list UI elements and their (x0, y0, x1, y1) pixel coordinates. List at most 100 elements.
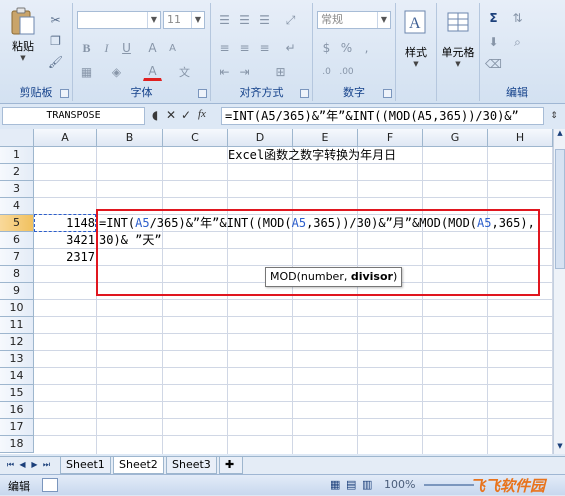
title-cell[interactable]: Excel函数之数字转换为年月日 (228, 147, 396, 163)
normal-view-icon[interactable]: ▦ (330, 478, 340, 491)
row-header-9[interactable]: 9 (0, 283, 34, 300)
zoom-slider[interactable] (424, 484, 474, 486)
fill-color-icon[interactable]: ◈ (107, 63, 126, 82)
format-painter-icon[interactable]: 🖌 (46, 53, 65, 72)
zoom-level[interactable]: 100% (384, 478, 415, 491)
prev-sheet-icon[interactable]: ◀ (18, 460, 27, 470)
decrease-indent-icon[interactable]: ⇤ (215, 63, 234, 82)
row-header-14[interactable]: 14 (0, 368, 34, 385)
cell-a5[interactable]: 1148 (35, 215, 95, 231)
wrap-text-icon[interactable]: ↵ (281, 39, 300, 58)
row-header-17[interactable]: 17 (0, 419, 34, 436)
styles-button[interactable]: A 样式 ▼ (398, 9, 434, 68)
number-format-combo[interactable]: 常规 ▼ (317, 11, 391, 29)
row-header-6[interactable]: 6 (0, 232, 34, 249)
number-launcher-icon[interactable] (383, 89, 392, 98)
column-header-d[interactable]: D (228, 129, 293, 147)
row-header-13[interactable]: 13 (0, 351, 34, 368)
increase-decimal-icon[interactable]: .0 (317, 63, 336, 82)
percent-button[interactable]: % (337, 39, 356, 58)
underline-button[interactable]: U (117, 39, 136, 58)
alignment-launcher-icon[interactable] (300, 89, 309, 98)
row-header-1[interactable]: 1 (0, 147, 34, 164)
shrink-font-button[interactable]: A (163, 39, 182, 58)
border-icon[interactable]: ▦ (77, 63, 96, 82)
row-header-12[interactable]: 12 (0, 334, 34, 351)
page-break-icon[interactable]: ▥ (362, 478, 372, 491)
page-layout-icon[interactable]: ▤ (346, 478, 356, 491)
font-launcher-icon[interactable] (198, 89, 207, 98)
scroll-thumb[interactable] (555, 149, 565, 269)
formula-input[interactable]: =INT(A5/365)&”年”&INT((MOD(A5,365))/30)&” (221, 107, 544, 125)
cancel-button[interactable]: ✕ (166, 108, 176, 122)
select-all-corner[interactable] (0, 129, 34, 147)
row-header-16[interactable]: 16 (0, 402, 34, 419)
insert-function-button[interactable]: fx (198, 108, 206, 120)
macro-record-icon[interactable] (42, 478, 58, 492)
align-top-icon[interactable]: ☰ (215, 11, 234, 30)
row-header-11[interactable]: 11 (0, 317, 34, 334)
row-header-3[interactable]: 3 (0, 181, 34, 198)
copy-icon[interactable]: ❐ (46, 32, 65, 51)
font-name-combo[interactable]: ▼ (77, 11, 161, 29)
align-middle-icon[interactable]: ☰ (235, 11, 254, 30)
expand-formula-bar-icon[interactable]: ⇕ (547, 108, 561, 124)
currency-icon[interactable]: $ (317, 39, 336, 58)
row-header-7[interactable]: 7 (0, 249, 34, 266)
align-left-icon[interactable]: ≡ (215, 39, 234, 58)
row-header-8[interactable]: 8 (0, 266, 34, 283)
sort-filter-icon[interactable]: ⇅ (508, 9, 527, 28)
row-header-10[interactable]: 10 (0, 300, 34, 317)
tab-sheet1[interactable]: Sheet1 (60, 457, 111, 474)
phonetic-button[interactable]: 文 (175, 63, 194, 82)
merge-center-icon[interactable]: ⊞ (271, 63, 290, 82)
row-header-5[interactable]: 5 (0, 215, 34, 232)
column-header-f[interactable]: F (358, 129, 423, 147)
cut-icon[interactable]: ✂ (46, 11, 65, 30)
tab-sheet3[interactable]: Sheet3 (166, 457, 217, 474)
find-select-icon[interactable]: ⌕ (508, 33, 527, 52)
paste-dropdown-icon[interactable]: ▼ (6, 54, 40, 62)
row-header-18[interactable]: 18 (0, 436, 34, 453)
row-header-15[interactable]: 15 (0, 385, 34, 402)
scroll-up-icon[interactable]: ▲ (555, 129, 565, 139)
gridline (227, 147, 228, 454)
next-sheet-icon[interactable]: ▶ (30, 460, 39, 470)
vertical-scrollbar[interactable]: ▲ ▼ (553, 129, 565, 454)
row-header-2[interactable]: 2 (0, 164, 34, 181)
grow-font-button[interactable]: A (143, 39, 162, 58)
scroll-down-icon[interactable]: ▼ (555, 442, 565, 452)
column-header-b[interactable]: B (97, 129, 163, 147)
first-sheet-icon[interactable]: ⏮ (6, 460, 15, 470)
autosum-button[interactable]: Σ (484, 9, 503, 28)
column-header-g[interactable]: G (423, 129, 488, 147)
row-header-4[interactable]: 4 (0, 198, 34, 215)
bold-button[interactable]: B (77, 39, 96, 58)
column-header-c[interactable]: C (163, 129, 228, 147)
cell-a7[interactable]: 2317 (35, 249, 95, 265)
insert-sheet-icon[interactable]: ✚ (219, 457, 243, 474)
comma-button[interactable]: , (357, 39, 376, 58)
align-center-icon[interactable]: ≡ (235, 39, 254, 58)
column-header-a[interactable]: A (34, 129, 97, 147)
cells-button[interactable]: 单元格 ▼ (439, 9, 477, 68)
clipboard-launcher-icon[interactable] (60, 89, 69, 98)
enter-button[interactable]: ✓ (181, 108, 191, 122)
cell-a6[interactable]: 3421 (35, 232, 95, 248)
paste-button[interactable]: 粘贴 ▼ (6, 7, 40, 62)
align-right-icon[interactable]: ≡ (255, 39, 274, 58)
increase-indent-icon[interactable]: ⇥ (235, 63, 254, 82)
orientation-icon[interactable]: ⤢ (281, 11, 300, 30)
decrease-decimal-icon[interactable]: .00 (337, 63, 356, 82)
fill-icon[interactable]: ⬇ (484, 33, 503, 52)
last-sheet-icon[interactable]: ⏭ (42, 460, 51, 470)
column-header-e[interactable]: E (293, 129, 358, 147)
align-bottom-icon[interactable]: ☰ (255, 11, 274, 30)
clear-icon[interactable]: ⌫ (484, 55, 503, 74)
font-color-button[interactable]: A (143, 63, 162, 81)
font-size-combo[interactable]: 11 ▼ (163, 11, 205, 29)
name-box[interactable]: TRANSPOSE (2, 107, 145, 125)
italic-button[interactable]: I (97, 39, 116, 58)
tab-sheet2[interactable]: Sheet2 (113, 457, 164, 474)
column-header-h[interactable]: H (488, 129, 553, 147)
